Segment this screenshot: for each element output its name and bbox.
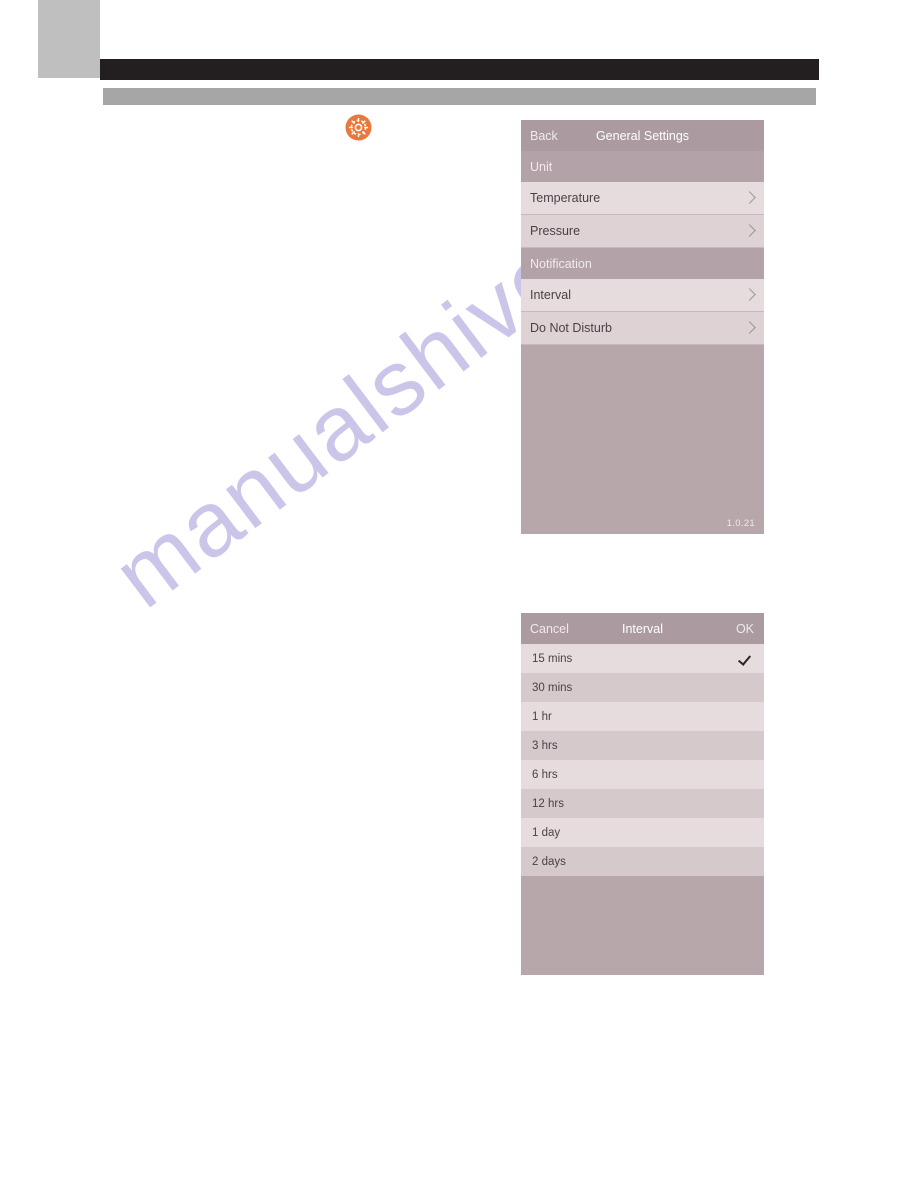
page-subheader-gray-bar bbox=[103, 88, 816, 105]
interval-option-label: 12 hrs bbox=[532, 797, 564, 810]
section-header-unit: Unit bbox=[521, 151, 764, 182]
interval-nav-bar: Cancel Interval OK bbox=[521, 613, 764, 644]
interval-option-30-mins[interactable]: 30 mins bbox=[521, 673, 764, 702]
chevron-right-icon bbox=[745, 223, 755, 239]
chevron-right-icon bbox=[745, 287, 755, 303]
chevron-right-icon bbox=[745, 320, 755, 336]
settings-row-label: Interval bbox=[530, 288, 571, 302]
interval-option-1-day[interactable]: 1 day bbox=[521, 818, 764, 847]
settings-nav-bar: Back General Settings bbox=[521, 120, 764, 151]
settings-empty-area: 1.0.21 bbox=[521, 345, 764, 534]
interval-option-1-hr[interactable]: 1 hr bbox=[521, 702, 764, 731]
interval-option-label: 15 mins bbox=[532, 652, 573, 665]
settings-row-label: Pressure bbox=[530, 224, 581, 238]
interval-option-15-mins[interactable]: 15 mins bbox=[521, 644, 764, 673]
page-header-black-bar bbox=[100, 59, 819, 80]
back-button[interactable]: Back bbox=[530, 129, 558, 143]
interval-option-2-days[interactable]: 2 days bbox=[521, 847, 764, 876]
interval-option-label: 30 mins bbox=[532, 681, 573, 694]
checkmark-icon bbox=[739, 652, 753, 666]
settings-row-pressure[interactable]: Pressure bbox=[521, 215, 764, 248]
section-header-notification: Notification bbox=[521, 248, 764, 279]
interval-option-3-hrs[interactable]: 3 hrs bbox=[521, 731, 764, 760]
ok-button[interactable]: OK bbox=[736, 622, 754, 636]
general-settings-screen: Back General Settings Unit Temperature P… bbox=[521, 120, 764, 534]
settings-row-label: Temperature bbox=[530, 191, 601, 205]
app-version-label: 1.0.21 bbox=[726, 518, 755, 529]
settings-gear-icon bbox=[345, 114, 372, 141]
interval-option-label: 2 days bbox=[532, 855, 566, 868]
chevron-right-icon bbox=[745, 190, 755, 206]
page-corner-block bbox=[38, 0, 100, 78]
settings-row-temperature[interactable]: Temperature bbox=[521, 182, 764, 215]
interval-option-label: 1 day bbox=[532, 826, 561, 839]
settings-row-do-not-disturb[interactable]: Do Not Disturb bbox=[521, 312, 764, 345]
interval-option-12-hrs[interactable]: 12 hrs bbox=[521, 789, 764, 818]
interval-picker-screen: Cancel Interval OK 15 mins 30 mins 1 hr … bbox=[521, 613, 764, 975]
settings-row-interval[interactable]: Interval bbox=[521, 279, 764, 312]
interval-empty-area bbox=[521, 876, 764, 975]
interval-option-label: 6 hrs bbox=[532, 768, 558, 781]
settings-row-label: Do Not Disturb bbox=[530, 321, 612, 335]
interval-option-label: 1 hr bbox=[532, 710, 552, 723]
cancel-button[interactable]: Cancel bbox=[530, 622, 569, 636]
interval-option-label: 3 hrs bbox=[532, 739, 558, 752]
interval-option-6-hrs[interactable]: 6 hrs bbox=[521, 760, 764, 789]
